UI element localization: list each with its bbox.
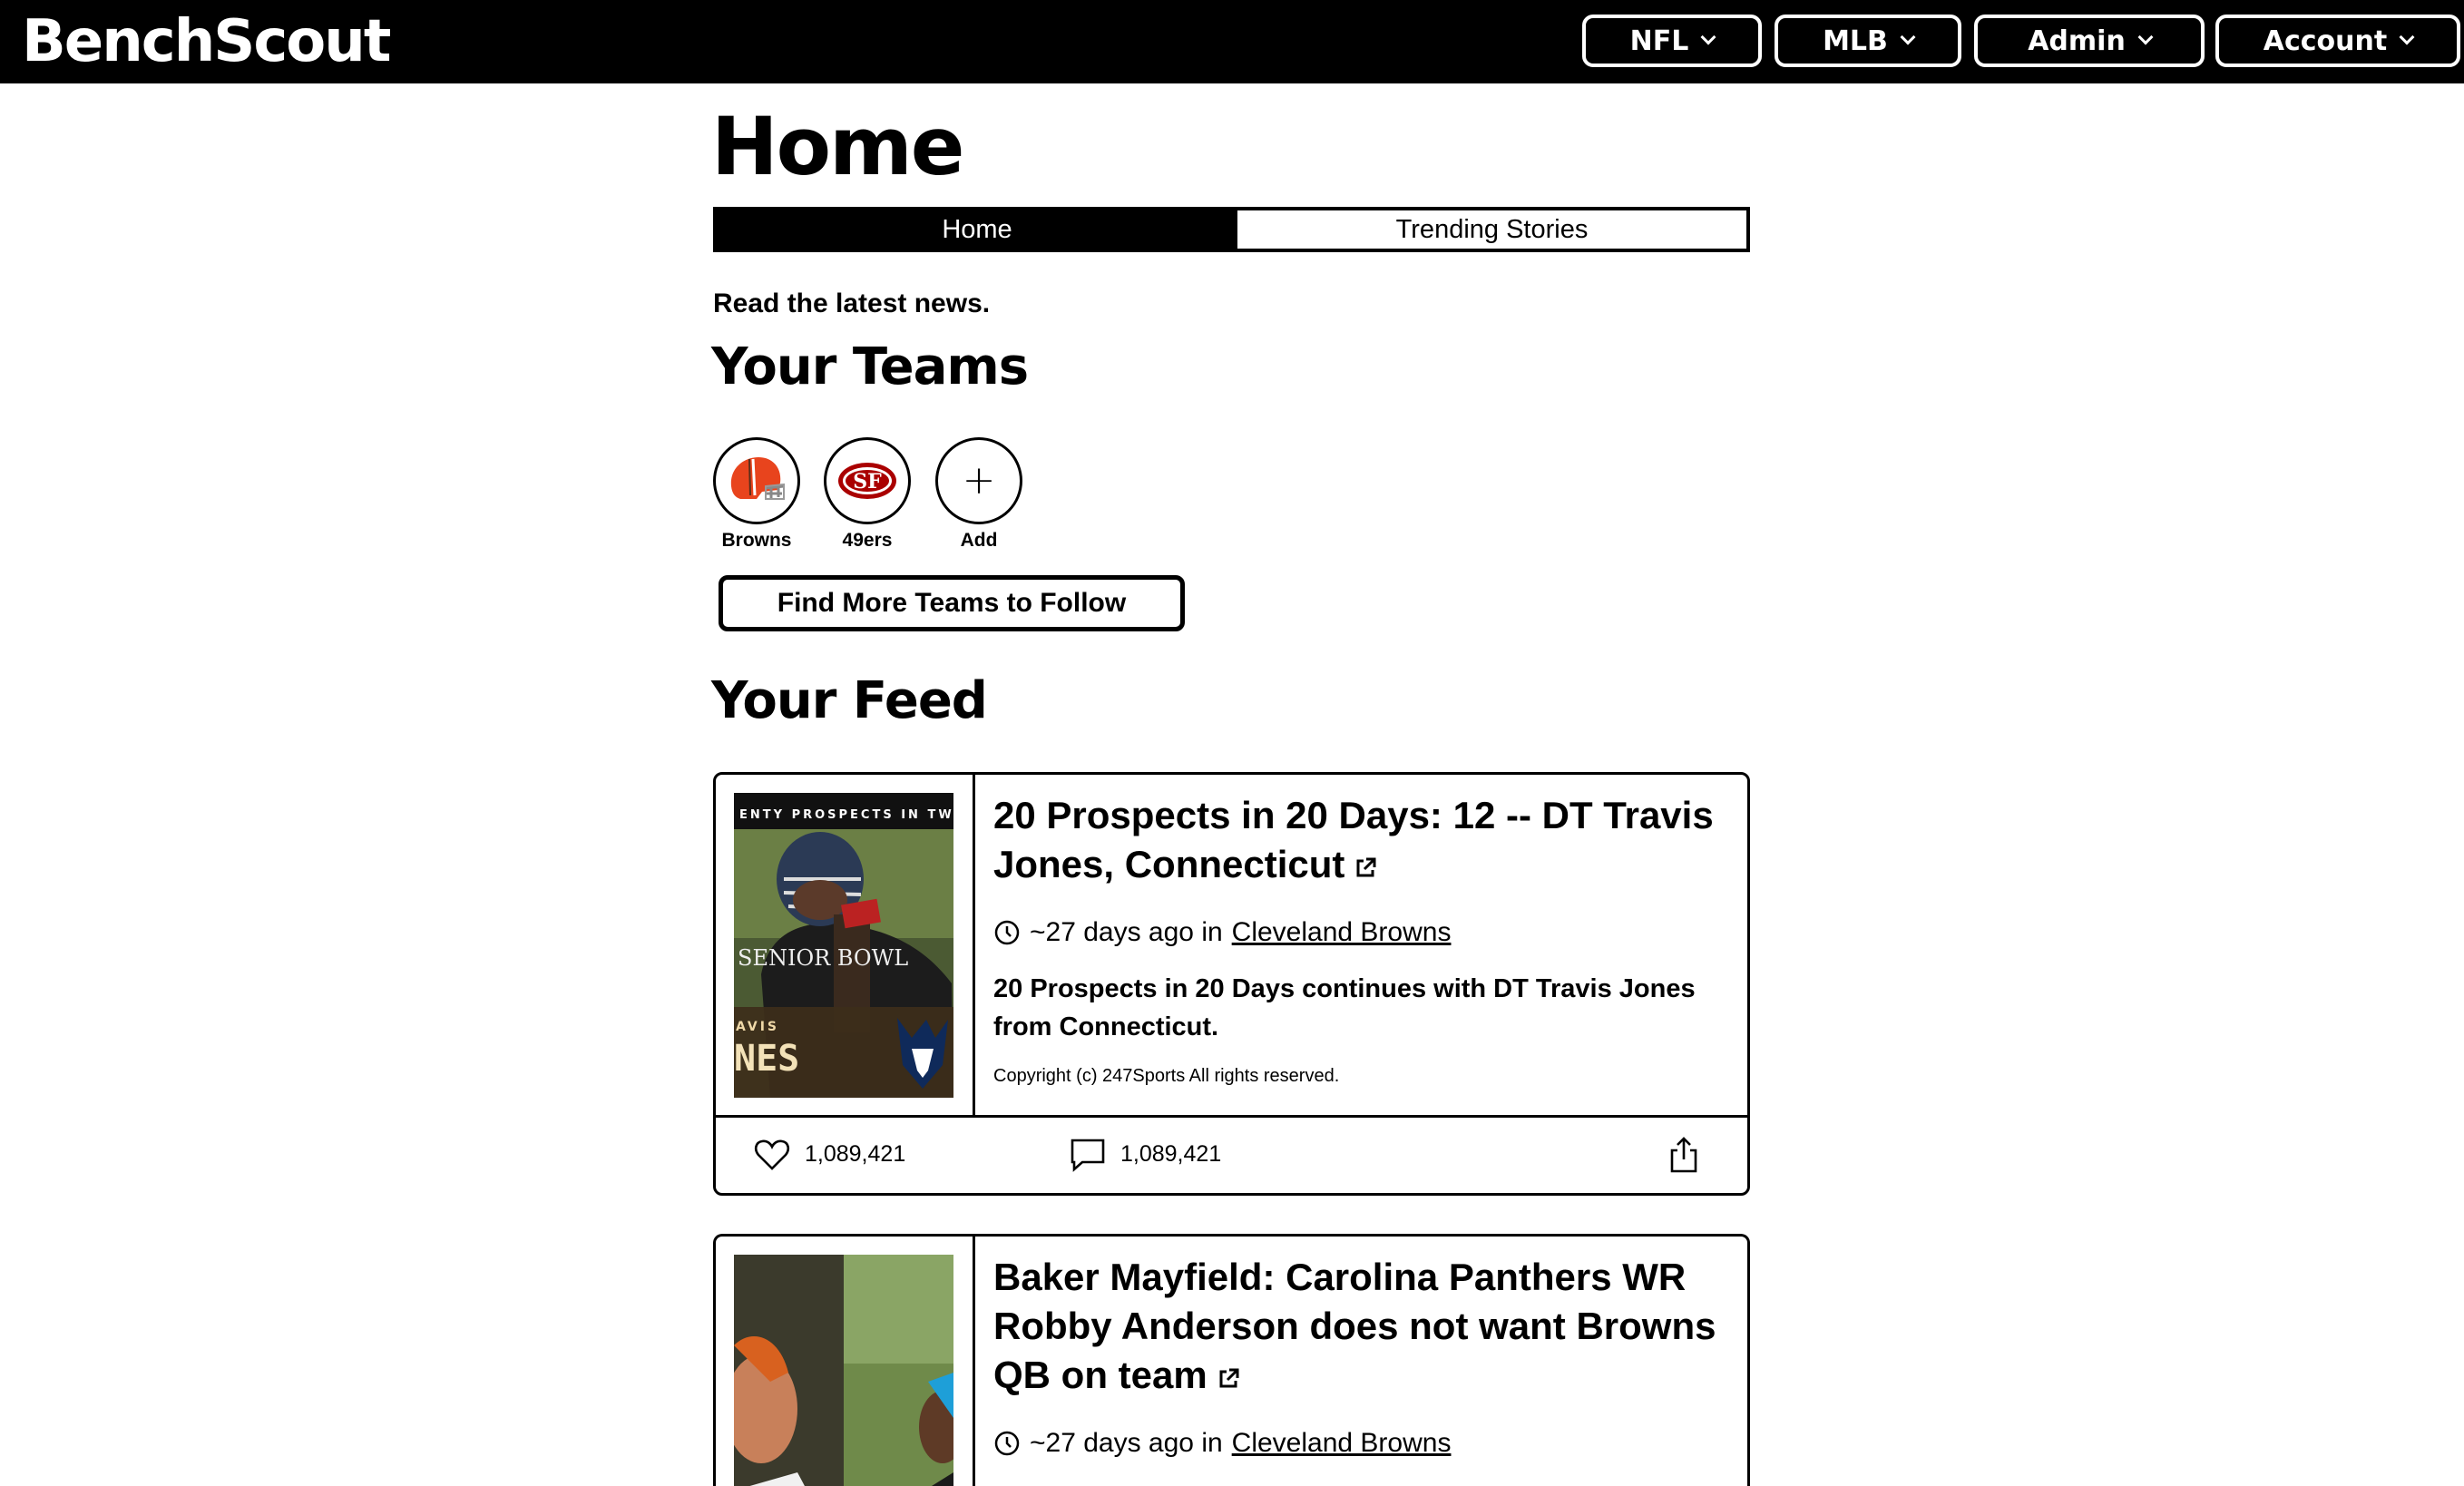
find-more-teams-button[interactable]: Find More Teams to Follow xyxy=(719,575,1185,631)
49ers-logo-icon: SF xyxy=(838,463,896,499)
like-button[interactable]: 1,089,421 xyxy=(754,1139,905,1171)
chevron-down-icon xyxy=(1700,29,1716,45)
team-label: Browns xyxy=(721,530,792,551)
team-label: Add xyxy=(960,530,998,551)
admin-menu-button[interactable]: Admin xyxy=(1974,15,2205,67)
page-tabs: Home Trending Stories xyxy=(713,207,1750,252)
team-link[interactable]: Cleveland Browns xyxy=(1232,1428,1452,1459)
chevron-down-icon xyxy=(2137,29,2154,45)
share-icon xyxy=(1670,1136,1697,1172)
comment-button[interactable]: 1,089,421 xyxy=(1070,1138,1221,1172)
clock-icon xyxy=(993,919,1021,946)
team-avatar: + xyxy=(935,437,1022,524)
add-team-button[interactable]: + Add xyxy=(935,437,1022,552)
external-link-icon xyxy=(1354,843,1377,892)
team-browns[interactable]: Browns xyxy=(713,437,800,552)
story-meta: ~27 days ago in Cleveland Browns xyxy=(993,917,1724,948)
story-thumbnail[interactable] xyxy=(734,1255,953,1486)
brand-logo[interactable]: BenchScout xyxy=(22,5,391,78)
story-image xyxy=(734,1255,953,1486)
clock-icon xyxy=(993,1430,1021,1457)
story-card: Baker Mayfield: Carolina Panthers WR Rob… xyxy=(713,1234,1750,1486)
team-avatar xyxy=(713,437,800,524)
nfl-menu-label: NFL xyxy=(1629,24,1689,57)
team-label: 49ers xyxy=(842,530,893,551)
story-title-link[interactable]: Baker Mayfield: Carolina Panthers WR Rob… xyxy=(993,1253,1724,1403)
browns-helmet-icon xyxy=(730,457,785,500)
story-title: Baker Mayfield: Carolina Panthers WR Rob… xyxy=(993,1256,1716,1396)
chevron-down-icon xyxy=(2399,29,2415,45)
your-teams-heading: Your Teams xyxy=(711,337,1029,396)
mlb-menu-button[interactable]: MLB xyxy=(1775,15,1961,67)
external-link-icon xyxy=(1217,1354,1240,1403)
story-copyright: Copyright (c) 247Sports All rights reser… xyxy=(993,1065,1340,1086)
heart-icon xyxy=(754,1139,790,1170)
story-thumbnail[interactable]: ENTY PROSPECTS IN TW SENIOR BOWL AVIS NE… xyxy=(734,793,953,1098)
account-menu-label: Account xyxy=(2263,24,2388,57)
thumb-name-top: AVIS xyxy=(736,1020,779,1034)
team-49ers[interactable]: SF 49ers xyxy=(824,437,911,552)
team-avatar: SF xyxy=(824,437,911,524)
your-feed-heading: Your Feed xyxy=(711,671,988,730)
story-media xyxy=(716,1237,975,1486)
story-age: ~27 days ago in xyxy=(1030,916,1223,947)
svg-text:SF: SF xyxy=(853,470,882,494)
like-count: 1,089,421 xyxy=(805,1141,906,1167)
story-actions: 1,089,421 1,089,421 xyxy=(716,1115,1747,1191)
thumb-banner-text: ENTY PROSPECTS IN TW xyxy=(739,808,953,822)
team-link[interactable]: Cleveland Browns xyxy=(1232,917,1452,948)
share-button[interactable] xyxy=(1668,1136,1699,1174)
intro-text: Read the latest news. xyxy=(713,288,991,318)
top-navigation-bar: BenchScout NFL MLB Admin Account xyxy=(0,0,2464,83)
page-title: Home xyxy=(711,100,964,193)
account-menu-button[interactable]: Account xyxy=(2215,15,2460,67)
story-meta: ~27 days ago in Cleveland Browns xyxy=(993,1428,1724,1459)
mlb-menu-label: MLB xyxy=(1823,24,1888,57)
story-description: 20 Prospects in 20 Days continues with D… xyxy=(993,973,1696,1041)
story-title-link[interactable]: 20 Prospects in 20 Days: 12 -- DT Travis… xyxy=(993,791,1724,892)
plus-icon: + xyxy=(962,457,996,503)
chevron-down-icon xyxy=(1900,29,1916,45)
story-body: Baker Mayfield: Carolina Panthers WR Rob… xyxy=(993,1253,1724,1459)
story-body: 20 Prospects in 20 Days: 12 -- DT Travis… xyxy=(993,791,1724,1087)
story-card: ENTY PROSPECTS IN TW SENIOR BOWL AVIS NE… xyxy=(713,772,1750,1196)
thumb-jersey-text: SENIOR BOWL xyxy=(738,945,908,971)
thumb-name: NES xyxy=(734,1038,799,1080)
story-image: ENTY PROSPECTS IN TW SENIOR BOWL AVIS NE… xyxy=(734,793,953,1098)
admin-menu-label: Admin xyxy=(2028,24,2126,57)
comment-count: 1,089,421 xyxy=(1120,1141,1222,1167)
nfl-menu-button[interactable]: NFL xyxy=(1582,15,1762,67)
comment-icon xyxy=(1071,1139,1105,1172)
story-media: ENTY PROSPECTS IN TW SENIOR BOWL AVIS NE… xyxy=(716,775,975,1115)
tab-trending-stories[interactable]: Trending Stories xyxy=(1237,210,1746,249)
story-age: ~27 days ago in xyxy=(1030,1427,1223,1458)
tab-home[interactable]: Home xyxy=(717,210,1237,249)
